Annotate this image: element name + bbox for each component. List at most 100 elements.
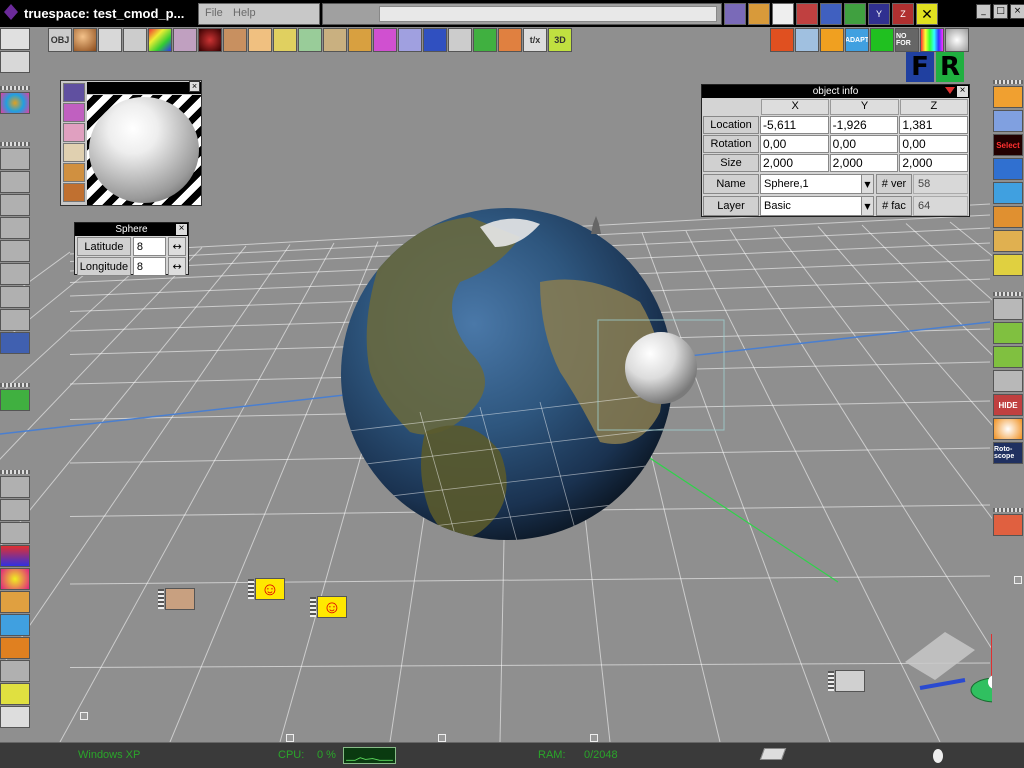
hide-button[interactable]: HIDE xyxy=(993,394,1023,416)
plugin-widget-1[interactable] xyxy=(158,588,195,610)
widget-grip[interactable] xyxy=(828,671,834,691)
rotation-y-field[interactable]: 0,00 xyxy=(829,135,899,153)
menu-help[interactable]: Help xyxy=(233,7,256,19)
anchor-marker[interactable] xyxy=(1014,576,1022,584)
rotation-z-field[interactable]: 0,00 xyxy=(899,135,969,153)
box-tan-icon[interactable] xyxy=(993,230,1023,252)
z-icon[interactable]: Z xyxy=(892,3,914,25)
cube-color-icon[interactable] xyxy=(770,28,794,52)
grid-move-icon[interactable] xyxy=(993,322,1023,344)
material-funnel-icon[interactable] xyxy=(63,103,85,122)
scale-icon[interactable] xyxy=(0,194,30,216)
toolbar-grip[interactable] xyxy=(0,86,30,90)
house-tool-icon[interactable] xyxy=(820,28,844,52)
anchor-marker[interactable] xyxy=(438,734,446,742)
anchor-marker[interactable] xyxy=(80,712,88,720)
no-render-icon[interactable] xyxy=(835,670,865,692)
scene-icon[interactable] xyxy=(724,3,746,25)
latitude-stepper[interactable]: ↔ xyxy=(168,237,186,256)
size-z-field[interactable]: 2,000 xyxy=(899,154,969,172)
rainbow-tool-icon[interactable] xyxy=(148,28,172,52)
grid-rotate-icon[interactable] xyxy=(993,346,1023,368)
swirl-tool-icon[interactable] xyxy=(373,28,397,52)
longitude-input[interactable]: 8 xyxy=(132,257,167,276)
boxes-icon[interactable] xyxy=(0,637,30,659)
lathe-icon[interactable] xyxy=(0,240,30,262)
material-ball-icon[interactable] xyxy=(198,28,222,52)
move-icon[interactable] xyxy=(0,148,30,170)
toolbar-grip[interactable] xyxy=(993,80,1023,84)
size-y-field[interactable]: 2,000 xyxy=(829,154,899,172)
molecule-icon[interactable] xyxy=(0,522,30,544)
target-icon[interactable] xyxy=(0,92,30,114)
bend-icon[interactable] xyxy=(993,182,1023,204)
chevron-down-icon[interactable]: ▼ xyxy=(861,175,873,193)
cube-blue-icon[interactable] xyxy=(993,158,1023,180)
mouse-icon[interactable] xyxy=(933,749,943,763)
axes-tool-icon[interactable] xyxy=(448,28,472,52)
flag-tool-icon[interactable] xyxy=(398,28,422,52)
dots-tool-icon[interactable] xyxy=(248,28,272,52)
orange-ball-icon[interactable] xyxy=(993,418,1023,440)
drive-icon[interactable] xyxy=(759,748,787,760)
push-icon[interactable] xyxy=(0,286,30,308)
material-brush-icon[interactable] xyxy=(63,143,85,162)
material-cylinder-icon[interactable] xyxy=(63,163,85,182)
smiley-icon[interactable]: ☺ xyxy=(255,578,285,600)
tsx-button[interactable]: t/x xyxy=(523,28,547,52)
material-panel-close[interactable]: × xyxy=(189,81,200,92)
grid-icon[interactable] xyxy=(844,3,866,25)
widget-grip[interactable] xyxy=(248,579,254,599)
arrow-select-icon[interactable] xyxy=(993,86,1023,108)
adapt-button[interactable]: ADAPT xyxy=(845,28,869,52)
longitude-stepper[interactable]: ↔ xyxy=(168,257,186,276)
x-tool-icon[interactable] xyxy=(498,28,522,52)
anchor-marker[interactable] xyxy=(286,734,294,742)
cylinder-tool-icon[interactable] xyxy=(223,28,247,52)
no-for-button[interactable]: NO FOR xyxy=(895,28,919,52)
location-x-field[interactable]: -5,611 xyxy=(760,116,829,134)
delete-icon[interactable] xyxy=(993,514,1023,536)
plugin-widget-3[interactable]: ☺ xyxy=(310,596,347,618)
cross-icon[interactable]: ✕ xyxy=(916,3,938,25)
magnify-icon[interactable] xyxy=(993,298,1023,320)
name-select[interactable]: Sphere,1 ▼ xyxy=(760,174,874,194)
material-hammer-icon[interactable] xyxy=(63,123,85,142)
recycle-icon[interactable] xyxy=(0,706,30,728)
pencil-icon[interactable] xyxy=(0,683,30,705)
clay-tool-icon[interactable] xyxy=(323,28,347,52)
color-sphere-icon[interactable] xyxy=(0,568,30,590)
widget-grip[interactable] xyxy=(158,589,164,609)
material-sphere-icon[interactable] xyxy=(63,183,85,202)
sphere-panel-close-button[interactable]: × xyxy=(176,224,187,235)
sweep-icon[interactable] xyxy=(0,217,30,239)
object-info-menu-icon[interactable] xyxy=(945,87,955,94)
tools-icon[interactable] xyxy=(0,660,30,682)
object-tool-button[interactable]: OBJ xyxy=(48,28,72,52)
toolbar-grip[interactable] xyxy=(0,383,30,387)
list-icon[interactable] xyxy=(0,332,30,354)
lasso-tool-icon[interactable] xyxy=(98,28,122,52)
toolbar-grip[interactable] xyxy=(993,292,1023,296)
path-icon[interactable] xyxy=(0,476,30,498)
window-icon[interactable] xyxy=(772,3,794,25)
plugin-widget-2[interactable]: ☺ xyxy=(248,578,285,600)
widget-grip[interactable] xyxy=(310,597,316,617)
minimize-button[interactable]: _ xyxy=(976,4,991,19)
rotoscope-button[interactable]: Roto-scope xyxy=(993,442,1023,464)
leaf-tool-icon[interactable] xyxy=(0,28,30,50)
menu-file[interactable]: File xyxy=(205,7,223,19)
eye-icon[interactable] xyxy=(870,28,894,52)
terrain-icon[interactable] xyxy=(165,588,195,610)
material-film-icon[interactable] xyxy=(63,83,85,102)
box-orange-icon[interactable] xyxy=(993,206,1023,228)
3d-button[interactable]: 3D xyxy=(548,28,572,52)
anchor-marker[interactable] xyxy=(590,734,598,742)
cube-tool-icon[interactable] xyxy=(473,28,497,52)
cone-icon[interactable] xyxy=(0,545,30,567)
palette-tool-icon[interactable] xyxy=(348,28,372,52)
shapes-icon[interactable] xyxy=(0,614,30,636)
ball-icon[interactable] xyxy=(945,28,969,52)
cd-icon[interactable] xyxy=(993,254,1023,276)
select-button[interactable]: Select xyxy=(993,134,1023,156)
